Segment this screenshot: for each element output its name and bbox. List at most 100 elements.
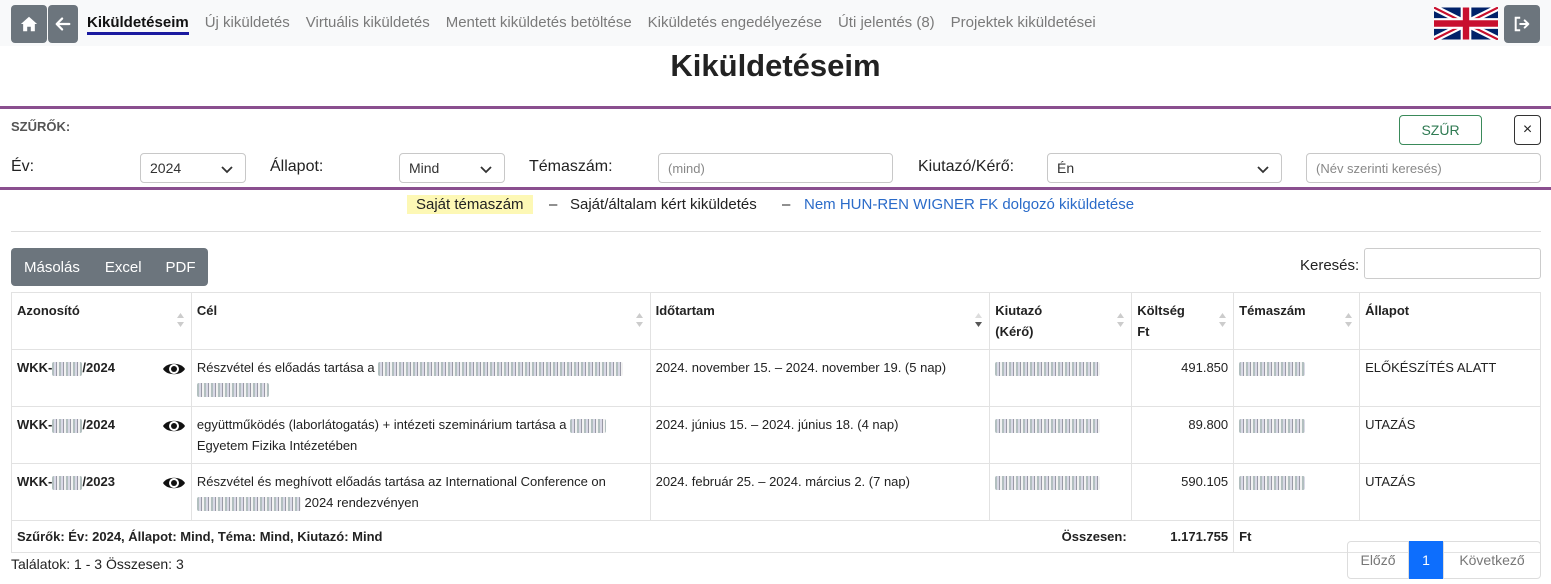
cell-traveler: [989, 349, 1133, 407]
sort-icon: [1345, 313, 1353, 327]
cell-topic: [1233, 349, 1361, 407]
cell-duration: 2024. február 25. – 2024. március 2. (7 …: [649, 463, 991, 521]
footer-filters: Szűrők: Év: 2024, Állapot: Mind, Téma: M…: [10, 520, 1132, 553]
nav-links: Kiküldetéseim Új kiküldetés Virtuális ki…: [87, 14, 1112, 35]
traveler-label: Kiutazó/Kérő:: [918, 158, 1015, 175]
cell-traveler: [989, 463, 1133, 521]
eye-icon[interactable]: [162, 359, 186, 379]
sort-desc-icon: [975, 313, 983, 327]
sort-icon: [635, 313, 643, 327]
header-traveler[interactable]: Kiutazó (Kérő): [989, 292, 1133, 350]
cell-id: WKK-/2024: [11, 406, 192, 464]
header-duration[interactable]: Időtartam: [649, 292, 991, 350]
results-info: Találatok: 1 - 3 Összesen: 3: [11, 556, 184, 572]
legend-own-requested: Saját/általam kért kiküldetés: [570, 196, 757, 213]
section-divider: [11, 231, 1541, 232]
table-row[interactable]: WKK-/2023 Részvétel és meghívott előadás…: [11, 463, 1541, 521]
topic-label: Témaszám:: [529, 158, 613, 175]
legend-external: Nem HUN-REN WIGNER FK dolgozó kiküldetés…: [804, 196, 1135, 213]
nav-link-project-missions[interactable]: Projektek kiküldetései: [951, 14, 1096, 35]
nav-link-new-mission[interactable]: Új kiküldetés: [205, 14, 290, 35]
year-select[interactable]: 2024: [140, 153, 246, 183]
cell-id: WKK-/2024: [11, 349, 192, 407]
pagination: Előző 1 Következő: [1347, 541, 1541, 579]
footer-total-label: Összesen:: [1061, 529, 1127, 544]
cell-topic: [1233, 406, 1361, 464]
footer-total-value: 1.171.755: [1131, 520, 1235, 553]
nav-link-virtual-mission[interactable]: Virtuális kiküldetés: [306, 14, 430, 35]
cell-goal: Részvétel és meghívott előadás tartása a…: [190, 463, 651, 521]
year-label: Év:: [11, 158, 35, 175]
cell-goal: együttműködés (laborlátogatás) + intézet…: [190, 406, 651, 464]
missions-table: Azonosító Cél Időtartam Kiutazó (Kérő) Kö…: [10, 292, 1541, 553]
eye-icon[interactable]: [162, 473, 186, 493]
arrow-left-icon: [55, 17, 71, 31]
uk-flag-icon[interactable]: [1434, 7, 1498, 40]
cell-duration: 2024. június 15. – 2024. június 18. (4 n…: [649, 406, 991, 464]
filters-heading: SZŰRŐK:: [11, 119, 71, 134]
table-row[interactable]: WKK-/2024 együttműködés (laborlátogatás)…: [11, 406, 1541, 464]
cell-status: UTAZÁS: [1359, 406, 1541, 464]
export-button-group: Másolás Excel PDF: [11, 248, 208, 286]
cell-status: UTAZÁS: [1359, 463, 1541, 521]
header-cost[interactable]: Költség Ft: [1131, 292, 1235, 350]
nav-link-my-missions[interactable]: Kiküldetéseim: [87, 14, 189, 35]
logout-button[interactable]: [1504, 5, 1540, 43]
excel-button[interactable]: Excel: [105, 259, 142, 276]
header-id[interactable]: Azonosító: [11, 292, 192, 350]
header-status[interactable]: Állapot: [1359, 292, 1541, 350]
next-page-button[interactable]: Következő: [1443, 541, 1541, 579]
cell-cost: 491.850: [1131, 349, 1235, 407]
legend-dash: –: [782, 196, 791, 213]
cell-traveler: [989, 406, 1133, 464]
traveler-select[interactable]: Én: [1047, 153, 1282, 183]
back-button[interactable]: [48, 5, 78, 43]
year-value: 2024: [150, 160, 182, 176]
traveler-value: Én: [1057, 160, 1075, 176]
table-row[interactable]: WKK-/2024 Részvétel és előadás tartása a…: [11, 349, 1541, 407]
nav-link-load-saved[interactable]: Mentett kiküldetés betöltése: [446, 14, 632, 35]
cell-id: WKK-/2023: [11, 463, 192, 521]
top-nav: Kiküldetéseim Új kiküldetés Virtuális ki…: [0, 0, 1551, 46]
close-filter-button[interactable]: ×: [1514, 115, 1541, 145]
page-title: Kiküldetéseim: [670, 48, 881, 83]
logout-icon: [1514, 16, 1530, 32]
search-label: Keresés:: [1300, 257, 1360, 274]
sort-icon: [1117, 313, 1125, 327]
legend-dash: –: [549, 196, 558, 213]
cell-status: ELŐKÉSZÍTÉS ALATT: [1359, 349, 1541, 407]
copy-button[interactable]: Másolás: [24, 259, 80, 276]
header-topic[interactable]: Témaszám: [1233, 292, 1361, 350]
filter-bottom-divider: [0, 187, 1551, 190]
prev-page-button[interactable]: Előző: [1347, 541, 1409, 579]
sort-icon: [176, 313, 184, 327]
header-goal[interactable]: Cél: [190, 292, 651, 350]
nav-link-travel-report[interactable]: Úti jelentés (8): [838, 14, 935, 35]
status-value: Mind: [409, 160, 440, 176]
status-label: Állapot:: [270, 158, 324, 175]
pdf-button[interactable]: PDF: [166, 259, 196, 276]
page-1-button[interactable]: 1: [1409, 541, 1443, 579]
search-input[interactable]: [1364, 248, 1541, 279]
home-icon: [20, 16, 38, 32]
cell-cost: 590.105: [1131, 463, 1235, 521]
sort-icon: [1219, 313, 1227, 327]
table-header-row: Azonosító Cél Időtartam Kiutazó (Kérő) Kö…: [11, 292, 1541, 350]
apply-filter-button[interactable]: SZŰR: [1399, 115, 1482, 145]
table-footer-row: Szűrők: Év: 2024, Állapot: Mind, Téma: M…: [10, 520, 1541, 553]
chevron-down-icon: [480, 166, 492, 174]
chevron-down-icon: [1257, 166, 1269, 174]
status-select[interactable]: Mind: [399, 153, 505, 183]
filter-top-divider: [0, 106, 1551, 109]
chevron-down-icon: [221, 166, 233, 174]
legend-own-topic: Saját témaszám: [407, 195, 533, 214]
cell-cost: 89.800: [1131, 406, 1235, 464]
cell-goal: Részvétel és előadás tartása a: [190, 349, 651, 407]
name-search-input[interactable]: (Név szerinti keresés): [1306, 153, 1541, 183]
nav-link-approve[interactable]: Kiküldetés engedélyezése: [648, 14, 822, 35]
topic-input[interactable]: (mind): [658, 153, 893, 183]
cell-topic: [1233, 463, 1361, 521]
cell-duration: 2024. november 15. – 2024. november 19. …: [649, 349, 991, 407]
home-button[interactable]: [11, 5, 47, 43]
eye-icon[interactable]: [162, 416, 186, 436]
